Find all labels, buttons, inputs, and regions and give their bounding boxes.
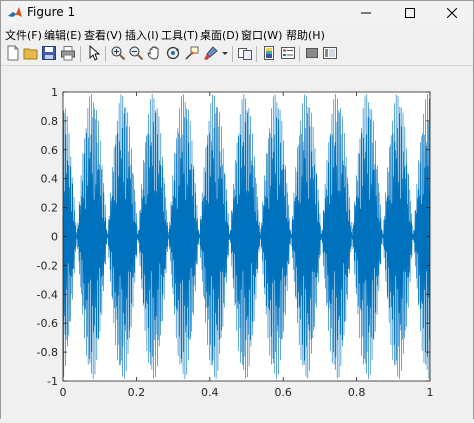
minimize-icon xyxy=(361,12,371,14)
y-tick-label: 0.2 xyxy=(41,202,59,215)
hide-plot-tools-icon[interactable] xyxy=(304,45,320,61)
close-icon xyxy=(447,8,457,18)
pointer-arrow-icon[interactable] xyxy=(86,45,102,61)
toolbar-separator xyxy=(80,46,81,62)
show-plot-tools-icon[interactable] xyxy=(322,45,338,61)
print-icon[interactable] xyxy=(60,45,76,61)
y-tick-label: 0.6 xyxy=(41,144,59,157)
y-tick-label: -0.2 xyxy=(37,259,58,272)
figure-window: Figure 1 文件(F) 编辑(E) 查看(V) 插入(I) 工具(T) 桌… xyxy=(0,0,474,419)
data-cursor-icon[interactable] xyxy=(184,45,200,61)
toolbar-separator xyxy=(105,46,106,62)
title-bar[interactable]: Figure 1 xyxy=(1,1,473,25)
y-tick-label: 0 xyxy=(51,231,58,244)
x-tick-label: 0.2 xyxy=(128,386,146,399)
plot-svg[interactable]: 0 0.2 0.4 0.6 0.8 1 1 0.8 0.6 0.4 0.2 0 -0.2 -0.4 -0.… xyxy=(1,66,473,419)
menu-bar: 文件(F) 编辑(E) 查看(V) 插入(I) 工具(T) 桌面(D) 窗口(W… xyxy=(1,25,473,43)
save-icon[interactable] xyxy=(41,45,57,61)
toolbar-separator xyxy=(256,46,257,62)
pan-hand-icon[interactable] xyxy=(146,45,162,61)
link-plot-icon[interactable] xyxy=(237,45,253,61)
new-figure-icon[interactable] xyxy=(5,45,21,61)
zoom-in-icon[interactable] xyxy=(110,45,126,61)
x-tick-label: 0.8 xyxy=(348,386,366,399)
window-title: Figure 1 xyxy=(27,5,76,19)
x-tick-label: 1 xyxy=(427,386,434,399)
menu-tools[interactable]: 工具(T) xyxy=(161,27,198,43)
zoom-out-icon[interactable] xyxy=(128,45,144,61)
minimize-button[interactable] xyxy=(345,1,387,25)
menu-edit[interactable]: 编辑(E) xyxy=(44,27,82,43)
y-tick-label: 0.8 xyxy=(41,115,59,128)
brush-icon[interactable] xyxy=(203,45,219,61)
y-tick-label: 1 xyxy=(51,86,58,99)
x-tick-label: 0.4 xyxy=(201,386,219,399)
toolbar-separator xyxy=(299,46,300,62)
y-tick-label: 0.4 xyxy=(41,173,59,186)
menu-help[interactable]: 帮助(H) xyxy=(286,27,325,43)
menu-view[interactable]: 查看(V) xyxy=(84,27,122,43)
y-tick-label: -0.8 xyxy=(37,346,58,359)
menu-insert[interactable]: 插入(I) xyxy=(125,27,159,43)
toolbar-separator xyxy=(232,46,233,62)
chevron-down-icon[interactable] xyxy=(221,45,229,61)
menu-desktop[interactable]: 桌面(D) xyxy=(200,27,239,43)
y-tick-label: -0.4 xyxy=(37,288,58,301)
menu-window[interactable]: 窗口(W) xyxy=(241,27,282,43)
y-tick-label: -1 xyxy=(47,375,58,388)
open-folder-icon[interactable] xyxy=(23,45,39,61)
matlab-logo-icon xyxy=(8,7,22,17)
menu-file[interactable]: 文件(F) xyxy=(5,27,42,43)
maximize-button[interactable] xyxy=(389,1,431,25)
toolbar xyxy=(1,43,473,66)
figure-canvas: 0 0.2 0.4 0.6 0.8 1 1 0.8 0.6 0.4 0.2 0 -0.2 -0.4 -0.… xyxy=(1,66,473,419)
rotate-3d-icon[interactable] xyxy=(165,45,181,61)
maximize-icon xyxy=(405,8,415,18)
y-tick-label: -0.6 xyxy=(37,317,58,330)
legend-icon[interactable] xyxy=(280,45,296,61)
colorbar-icon[interactable] xyxy=(261,45,277,61)
close-button[interactable] xyxy=(431,1,473,25)
x-tick-label: 0 xyxy=(60,386,67,399)
x-tick-label: 0.6 xyxy=(274,386,292,399)
